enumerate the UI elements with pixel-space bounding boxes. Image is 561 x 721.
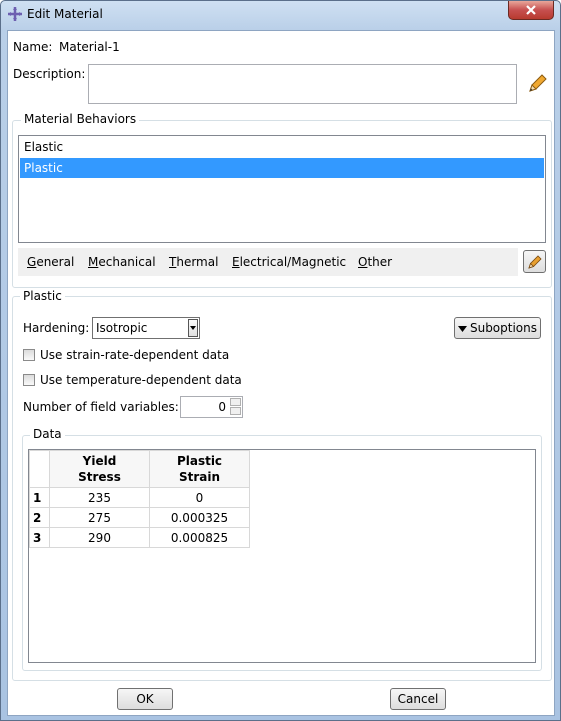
column-header-yield-stress[interactable]: Yield Stress (49, 450, 150, 488)
chevron-down-icon (190, 326, 196, 330)
suboptions-label: Suboptions (469, 321, 538, 335)
temperature-checkbox[interactable] (23, 374, 35, 386)
hardening-dropdown-arrow[interactable] (188, 319, 198, 337)
data-table: Yield Stress Plastic Strain 1 235 0 2 275 … (29, 450, 250, 548)
plastic-strain-cell[interactable]: 0.000825 (149, 527, 250, 548)
menu-electrical-accel: E (232, 255, 240, 269)
column-header-plastic-strain[interactable]: Plastic Strain (149, 450, 250, 488)
table-row: 2 275 0.000325 (29, 507, 250, 528)
close-icon (526, 5, 536, 15)
plastic-strain-cell[interactable]: 0.000325 (149, 507, 250, 528)
table-row: 3 290 0.000825 (29, 527, 250, 548)
name-value: Material-1 (59, 40, 120, 54)
description-field[interactable] (88, 64, 517, 104)
description-label: Description: (13, 67, 86, 81)
menu-general[interactable]: General (27, 255, 74, 269)
menu-thermal[interactable]: Thermal (169, 255, 218, 269)
plastic-strain-cell[interactable]: 0 (149, 487, 250, 508)
table-row: 1 235 0 (29, 487, 250, 508)
menu-mechanical-label: echanical (98, 255, 156, 269)
yield-stress-cell[interactable]: 290 (49, 527, 150, 548)
behavior-item-plastic[interactable]: Plastic (20, 158, 544, 178)
table-corner-cell (29, 450, 50, 488)
col-strain-line1: Plastic (176, 454, 223, 468)
edit-material-dialog: Edit Material Name: Material-1 Descripti… (0, 0, 561, 721)
menu-general-label: eneral (36, 255, 75, 269)
spin-buttons (230, 398, 241, 416)
edit-description-pencil-icon[interactable] (526, 73, 548, 95)
yield-stress-cell[interactable]: 235 (49, 487, 150, 508)
spin-down-button[interactable] (230, 407, 241, 415)
cancel-button[interactable]: Cancel (390, 688, 446, 710)
col-yield-line2: Stress (78, 470, 121, 484)
hardening-select[interactable]: Isotropic (92, 317, 200, 339)
menu-mechanical[interactable]: Mechanical (88, 255, 156, 269)
dropdown-triangle-icon (457, 325, 467, 332)
menu-electrical-magnetic[interactable]: Electrical/Magnetic (232, 255, 346, 269)
material-behaviors-title: Material Behaviors (21, 112, 140, 126)
field-variables-label: Number of field variables: (23, 400, 179, 414)
window-title: Edit Material (27, 7, 103, 21)
yield-stress-cell[interactable]: 275 (49, 507, 150, 528)
hardening-value: Isotropic (96, 321, 148, 335)
spin-up-button[interactable] (230, 398, 241, 406)
title-bar[interactable]: Edit Material (1, 1, 560, 29)
menu-electrical-label: lectrical/Magnetic (239, 255, 347, 269)
edit-behavior-button[interactable] (523, 250, 546, 273)
menu-thermal-label: hermal (176, 255, 219, 269)
field-variables-spinbox[interactable]: 0 (180, 396, 243, 418)
behavior-menu-bar: General Mechanical Thermal Electrical/Ma… (18, 248, 518, 276)
close-button[interactable] (508, 1, 554, 20)
col-yield-line1: Yield (82, 454, 117, 468)
menu-other[interactable]: Other (358, 255, 392, 269)
dialog-body: Name: Material-1 Description: Material B… (7, 30, 555, 716)
row-header[interactable]: 1 (29, 487, 50, 508)
material-behaviors-list[interactable]: Elastic Plastic (18, 135, 546, 243)
plastic-group-title: Plastic (20, 289, 65, 303)
col-strain-line2: Strain (178, 470, 221, 484)
name-label: Name: (13, 40, 53, 54)
strain-rate-label: Use strain-rate-dependent data (40, 348, 230, 362)
field-variables-value: 0 (218, 400, 226, 414)
menu-general-accel: G (27, 255, 37, 269)
menu-mechanical-accel: M (88, 255, 99, 269)
suboptions-button[interactable]: Suboptions (454, 317, 541, 339)
row-header[interactable]: 2 (29, 507, 50, 528)
app-icon (8, 7, 22, 21)
hardening-label: Hardening: (23, 321, 90, 335)
data-group-title: Data (30, 427, 65, 441)
pencil-icon (527, 255, 542, 269)
strain-rate-checkbox[interactable] (23, 349, 35, 361)
menu-other-label: ther (367, 255, 393, 269)
data-table-area[interactable]: Yield Stress Plastic Strain 1 235 0 2 275 … (28, 449, 536, 663)
behavior-item-elastic[interactable]: Elastic (20, 137, 544, 157)
row-header[interactable]: 3 (29, 527, 50, 548)
ok-button[interactable]: OK (117, 688, 173, 710)
temperature-label: Use temperature-dependent data (40, 373, 242, 387)
